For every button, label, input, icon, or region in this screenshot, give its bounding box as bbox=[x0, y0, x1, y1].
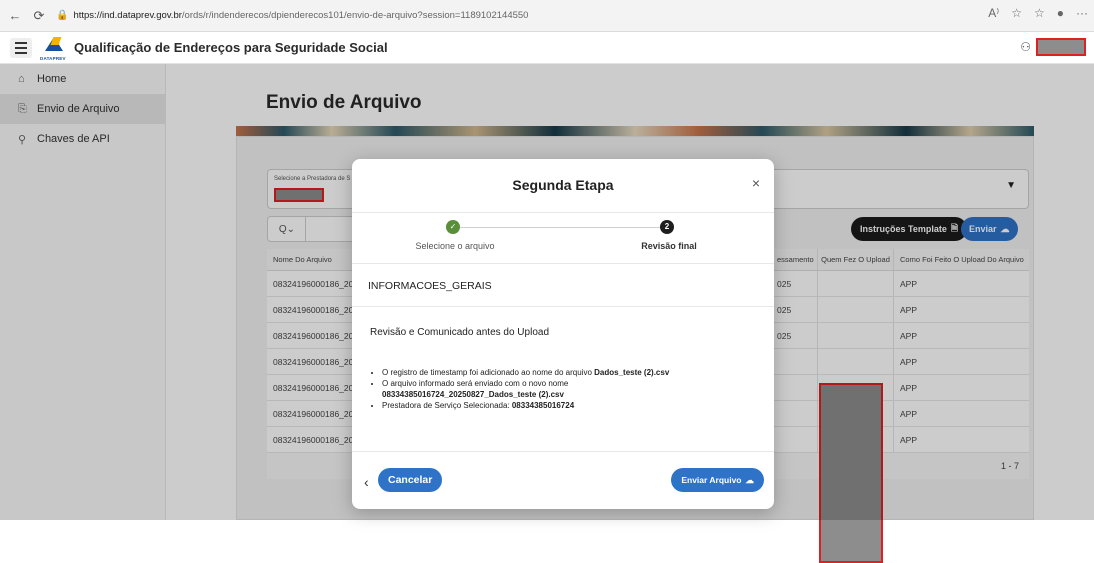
app-header: DATAPREV Qualificação de Endereços para … bbox=[0, 32, 1094, 64]
app-title: Qualificação de Endereços para Seguridad… bbox=[74, 40, 388, 55]
profile-icon[interactable]: ● bbox=[1057, 6, 1064, 20]
check-icon: ✓ bbox=[446, 220, 460, 234]
hamburger-menu-icon[interactable] bbox=[10, 37, 32, 58]
address-bar[interactable]: 🔒 https://ind.dataprev.gov.br/ords/r/ind… bbox=[56, 5, 916, 27]
dialog-footer: ‹ Cancelar Enviar Arquivo ☁ bbox=[352, 451, 774, 509]
section-heading: INFORMACOES_GERAIS bbox=[368, 280, 492, 292]
list-item: O registro de timestamp foi adicionado a… bbox=[382, 367, 752, 378]
review-section: Revisão e Comunicado antes do Upload O r… bbox=[352, 307, 774, 445]
close-icon[interactable]: × bbox=[752, 175, 760, 191]
dialog-title: Segunda Etapa bbox=[512, 177, 614, 193]
send-file-button[interactable]: Enviar Arquivo ☁ bbox=[671, 468, 764, 492]
segunda-etapa-dialog: Segunda Etapa × ✓ 2 Selecione o arquivo … bbox=[352, 159, 774, 509]
chevron-left-icon[interactable]: ‹ bbox=[364, 474, 369, 490]
list-item: O arquivo informado será enviado com o n… bbox=[382, 378, 752, 400]
user-icon: ⚇ bbox=[1020, 40, 1031, 54]
more-icon[interactable]: ··· bbox=[1076, 6, 1088, 20]
review-bullets: O registro de timestamp foi adicionado a… bbox=[382, 367, 752, 411]
progress-steps: ✓ 2 Selecione o arquivo Revisão final bbox=[352, 215, 774, 261]
favorites-bar-icon[interactable]: ☆ bbox=[1034, 6, 1045, 20]
reload-icon[interactable]: ⟳ bbox=[30, 8, 48, 24]
step-2-label: Revisão final bbox=[641, 241, 697, 251]
read-aloud-icon[interactable]: A⁾ bbox=[988, 6, 999, 20]
review-heading: Revisão e Comunicado antes do Upload bbox=[370, 327, 549, 338]
step-connector bbox=[460, 227, 660, 228]
dialog-header: Segunda Etapa × bbox=[352, 159, 774, 213]
browser-toolbar: ← ⟳ 🔒 https://ind.dataprev.gov.br/ords/r… bbox=[0, 0, 1094, 32]
lock-icon: 🔒 bbox=[56, 10, 69, 21]
step-1-label: Selecione o arquivo bbox=[415, 241, 495, 251]
redacted-username bbox=[1036, 38, 1086, 56]
user-menu[interactable]: ⚇ bbox=[1020, 38, 1086, 56]
favorite-icon[interactable]: ☆ bbox=[1011, 6, 1022, 20]
list-item: Prestadora de Serviço Selecionada: 08334… bbox=[382, 400, 752, 411]
general-info-section: INFORMACOES_GERAIS bbox=[352, 263, 774, 307]
cancel-button[interactable]: Cancelar bbox=[378, 468, 443, 492]
back-arrow-icon[interactable]: ← bbox=[6, 8, 24, 23]
cloud-upload-icon: ☁ bbox=[745, 474, 755, 485]
step-2-badge: 2 bbox=[660, 220, 674, 234]
url-text: https://ind.dataprev.gov.br/ords/r/inden… bbox=[73, 10, 529, 21]
send-file-label: Enviar Arquivo bbox=[681, 475, 742, 485]
dataprev-logo: DATAPREV bbox=[40, 35, 66, 61]
